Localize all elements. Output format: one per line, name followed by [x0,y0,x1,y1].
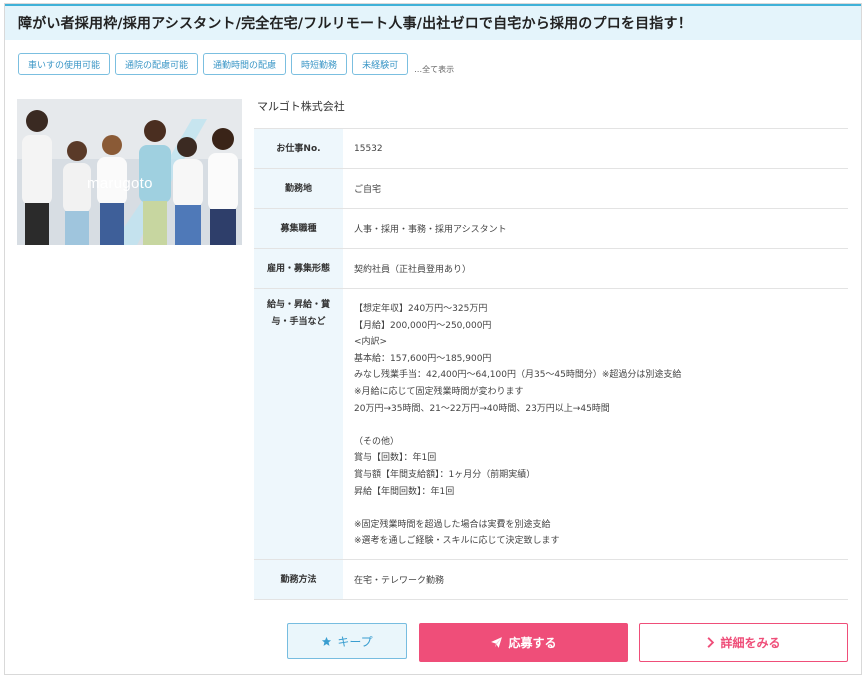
keep-label: キープ [337,634,373,649]
star-icon [321,636,332,647]
table-row: 雇用・募集形態 契約社員（正社員登用あり） [254,248,848,289]
salary-line: 賞与額【年間支給額】：1ヶ月分（前期実績） [354,469,536,480]
keep-button[interactable]: キープ [287,623,407,659]
tag-wheelchair: 車いすの使用可能 [18,53,111,75]
salary-line: 【月給】200,000円～250,000円 [354,320,492,331]
salary-line: ※選考を通しご経験・スキルに応じて決定致します [354,536,560,547]
work-style-value: 在宅・テレワーク勤務 [343,559,848,600]
detail-button[interactable]: 詳細をみる [639,623,848,662]
salary-label-line1: 給与・昇給・賞 [266,300,330,310]
job-info-table: お仕事No. 15532 勤務地 ご自宅 募集職種 人事・採用・事務・採用アシス… [254,128,848,600]
tag-hospital-visit: 通院の配慮可能 [115,53,199,75]
company-photo: marugoto [17,99,242,245]
marugoto-logo: marugoto [87,175,153,192]
table-row: 募集職種 人事・採用・事務・採用アシスタント [254,208,848,249]
employment-label: 雇用・募集形態 [254,248,343,289]
salary-label: 給与・昇給・賞 与・手当など [254,288,343,560]
salary-line: 【想定年収】240万円～325万円 [354,304,488,314]
salary-line: 基本給：157,600円～185,900円 [354,353,492,364]
table-row: 勤務方法 在宅・テレワーク勤務 [254,559,848,600]
paper-plane-icon [490,636,503,649]
table-row: お仕事No. 15532 [254,128,848,169]
salary-line [354,500,848,517]
team-photo-illustration [17,99,242,245]
salary-line: 昇給【年間回数】：年1回 [354,486,455,497]
job-card: 障がい者採用枠/採用アシスタント/完全在宅/フルリモート人事/出社ゼロで自宅から… [4,3,862,675]
tag-short-hours: 時短勤務 [291,53,348,75]
detail-label: 詳細をみる [720,636,781,650]
salary-label-line2: 与・手当など [271,317,326,327]
salary-line: 賞与【回数】：年1回 [354,453,437,464]
show-all-tags-link[interactable]: …全て表示 [414,64,454,75]
job-no-label: お仕事No. [254,128,343,169]
salary-line: <内訳> [354,337,388,348]
location-value: ご自宅 [343,168,848,209]
location-label: 勤務地 [254,168,343,209]
tag-no-experience: 未経験可 [352,53,409,75]
job-title-bar: 障がい者採用枠/採用アシスタント/完全在宅/フルリモート人事/出社ゼロで自宅から… [5,4,861,40]
category-value: 人事・採用・事務・採用アシスタント [343,208,848,249]
feature-tags: 車いすの使用可能 通院の配慮可能 通勤時間の配慮 時短勤務 未経験可 …全て表示 [18,53,454,75]
job-no-value: 15532 [343,128,848,169]
salary-lines: 【想定年収】240万円～325万円 【月給】200,000円～250,000円 … [354,301,848,550]
salary-line: （その他） [354,436,400,447]
company-name[interactable]: マルゴト株式会社 [257,98,345,114]
table-row: 給与・昇給・賞 与・手当など 【想定年収】240万円～325万円 【月給】200… [254,288,848,560]
apply-label: 応募する [508,636,557,650]
salary-line: みなし残業手当：42,400円～64,100円（月35～45時間分）※超過分は別… [354,370,682,381]
salary-line [354,417,848,434]
work-style-label: 勤務方法 [254,559,343,600]
table-row: 勤務地 ご自宅 [254,168,848,209]
salary-value: 【想定年収】240万円～325万円 【月給】200,000円～250,000円 … [343,288,848,560]
job-title[interactable]: 障がい者採用枠/採用アシスタント/完全在宅/フルリモート人事/出社ゼロで自宅から… [18,13,692,33]
salary-line: 20万円→35時間、21～22万円→40時間、23万円以上→45時間 [354,403,610,414]
category-label: 募集職種 [254,208,343,249]
chevron-right-icon [706,637,715,648]
tag-commute: 通勤時間の配慮 [203,53,287,75]
salary-line: ※月給に応じて固定残業時間が変わります [354,386,524,397]
salary-line: ※固定残業時間を超過した場合は実費を別途支給 [354,519,551,530]
employment-value: 契約社員（正社員登用あり） [343,248,848,289]
apply-button[interactable]: 応募する [419,623,628,662]
